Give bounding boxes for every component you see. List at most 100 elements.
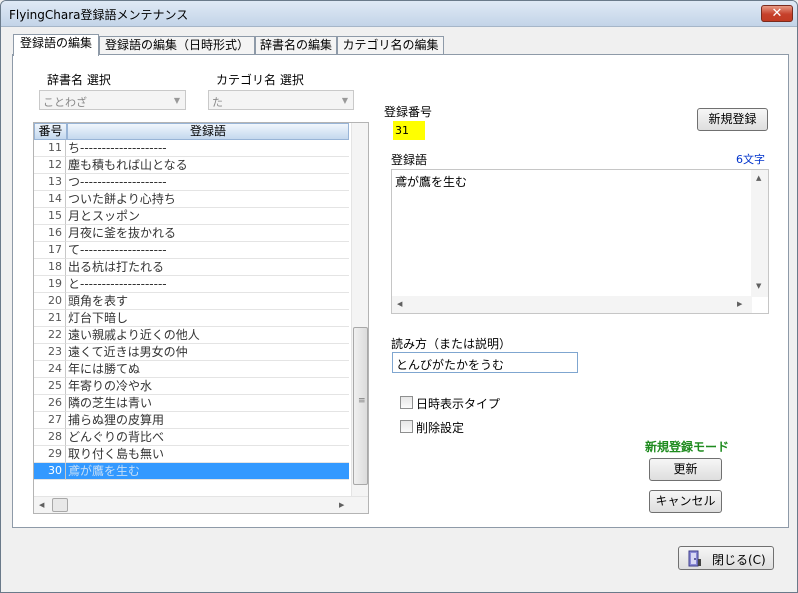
scroll-right-icon[interactable]: ▶ — [737, 300, 742, 308]
table-row[interactable]: 19 と-------------------- — [34, 276, 349, 293]
row-number: 14 — [34, 191, 66, 208]
column-header-word[interactable]: 登録語 — [67, 123, 349, 140]
datetime-type-checkbox[interactable] — [400, 396, 413, 409]
row-word: 月とスッポン — [66, 208, 349, 225]
scrollbar-thumb[interactable]: ≡ — [353, 327, 368, 485]
row-number: 25 — [34, 378, 66, 395]
table-row[interactable]: 11 ち-------------------- — [34, 140, 349, 157]
category-select[interactable]: た ▼ — [208, 90, 354, 110]
delete-setting-label: 削除設定 — [416, 421, 465, 435]
row-number: 15 — [34, 208, 66, 225]
table-row[interactable]: 28 どんぐりの背比べ — [34, 429, 349, 446]
table-row[interactable]: 13 つ-------------------- — [34, 174, 349, 191]
row-word: 取り付く島も無い — [66, 446, 349, 463]
close-icon: ✕ — [771, 6, 783, 21]
row-word: ついた餅より心持ち — [66, 191, 349, 208]
scroll-left-icon[interactable]: ◀ — [39, 501, 44, 509]
close-button-label: 閉じる(C) — [712, 553, 766, 567]
table-row[interactable]: 12 塵も積もれば山となる — [34, 157, 349, 174]
dictionary-select[interactable]: ことわざ ▼ — [39, 90, 186, 110]
row-number: 13 — [34, 174, 66, 191]
row-number: 19 — [34, 276, 66, 293]
table-row[interactable]: 22 遠い親戚より近くの他人 — [34, 327, 349, 344]
scroll-left-icon[interactable]: ◀ — [397, 300, 402, 308]
table-row[interactable]: 30 鳶が鷹を生む — [34, 463, 349, 480]
word-field-label: 登録語 — [391, 153, 428, 167]
datetime-type-label: 日時表示タイプ — [416, 397, 501, 411]
row-number: 28 — [34, 429, 66, 446]
row-word: 年寄りの冷や水 — [66, 378, 349, 395]
scroll-up-icon[interactable]: ▲ — [756, 174, 761, 182]
row-word: 年には勝てぬ — [66, 361, 349, 378]
row-word: 鳶が鷹を生む — [66, 463, 349, 480]
row-number: 23 — [34, 344, 66, 361]
table-row[interactable]: 18 出る杭は打たれる — [34, 259, 349, 276]
scroll-right-icon[interactable]: ▶ — [339, 501, 344, 509]
table-row[interactable]: 17 て-------------------- — [34, 242, 349, 259]
table-row[interactable]: 14 ついた餅より心持ち — [34, 191, 349, 208]
chevron-down-icon: ▼ — [341, 96, 348, 105]
word-list-grid[interactable]: 番号 登録語 11 ち-------------------- 12 塵も積もれば山と… — [33, 122, 369, 514]
close-button[interactable]: 閉じる(C) — [678, 546, 774, 570]
title-bar: FlyingChara登録語メンテナンス ✕ — [1, 1, 797, 27]
dictionary-select-label: 辞書名 選択 — [47, 73, 111, 87]
row-word: 塵も積もれば山となる — [66, 157, 349, 174]
grip-icon: ≡ — [358, 396, 366, 406]
vertical-scrollbar[interactable]: ≡ — [351, 123, 368, 497]
word-textarea[interactable]: 鳶が鷹を生む ▲ ▼ ◀ ▶ — [391, 169, 769, 314]
row-word: 遠い親戚より近くの他人 — [66, 327, 349, 344]
tab-word-edit-datetime[interactable]: 登録語の編集（日時形式） — [99, 36, 255, 55]
table-row[interactable]: 23 遠くて近きは男女の仲 — [34, 344, 349, 361]
row-number: 16 — [34, 225, 66, 242]
tab-dictionary-edit[interactable]: 辞書名の編集 — [255, 36, 337, 55]
row-word: ち-------------------- — [66, 140, 349, 157]
window-title: FlyingChara登録語メンテナンス — [9, 8, 189, 22]
reading-input[interactable]: とんびがたかをうむ — [392, 352, 578, 373]
new-register-button[interactable]: 新規登録 — [697, 108, 768, 131]
table-row[interactable]: 24 年には勝てぬ — [34, 361, 349, 378]
window-close-button[interactable]: ✕ — [761, 5, 793, 22]
table-row[interactable]: 25 年寄りの冷や水 — [34, 378, 349, 395]
word-text: 鳶が鷹を生む — [395, 175, 468, 189]
char-count: 6文字 — [736, 153, 765, 166]
table-row[interactable]: 16 月夜に釜を抜かれる — [34, 225, 349, 242]
reg-number-value: 31 — [393, 121, 425, 140]
column-header-number[interactable]: 番号 — [34, 123, 67, 140]
horizontal-scrollbar[interactable]: ◀ ▶ — [34, 496, 368, 513]
horizontal-scrollbar-thumb[interactable] — [52, 498, 68, 512]
door-exit-icon — [688, 550, 701, 567]
row-word: 隣の芝生は青い — [66, 395, 349, 412]
row-number: 17 — [34, 242, 66, 259]
row-number: 12 — [34, 157, 66, 174]
delete-setting-checkbox[interactable] — [400, 420, 413, 433]
row-word: 捕らぬ狸の皮算用 — [66, 412, 349, 429]
row-word: 灯台下暗し — [66, 310, 349, 327]
table-row[interactable]: 26 隣の芝生は青い — [34, 395, 349, 412]
table-row[interactable]: 15 月とスッポン — [34, 208, 349, 225]
reading-label: 読み方（または説明） — [391, 337, 512, 351]
row-word: 遠くて近きは男女の仲 — [66, 344, 349, 361]
row-word: 出る杭は打たれる — [66, 259, 349, 276]
row-word: 頭角を表す — [66, 293, 349, 310]
category-select-label: カテゴリ名 選択 — [216, 73, 304, 87]
mode-status: 新規登録モード — [645, 440, 730, 454]
update-button[interactable]: 更新 — [649, 458, 722, 481]
tab-word-edit[interactable]: 登録語の編集 — [13, 34, 99, 56]
tab-category-edit[interactable]: カテゴリ名の編集 — [337, 36, 444, 55]
table-row[interactable]: 29 取り付く島も無い — [34, 446, 349, 463]
row-word: どんぐりの背比べ — [66, 429, 349, 446]
row-number: 29 — [34, 446, 66, 463]
row-number: 26 — [34, 395, 66, 412]
tab-panel: 辞書名 選択 ことわざ ▼ カテゴリ名 選択 た ▼ 番号 登録語 11 ち---… — [12, 54, 789, 528]
row-word: て-------------------- — [66, 242, 349, 259]
textarea-vertical-scrollbar[interactable]: ▲ ▼ — [751, 170, 768, 297]
table-row[interactable]: 20 頭角を表す — [34, 293, 349, 310]
cancel-button[interactable]: キャンセル — [649, 490, 722, 513]
scroll-down-icon[interactable]: ▼ — [756, 282, 761, 290]
category-select-value: た — [212, 96, 223, 109]
textarea-horizontal-scrollbar[interactable]: ◀ ▶ — [392, 296, 752, 313]
row-number: 22 — [34, 327, 66, 344]
table-row[interactable]: 21 灯台下暗し — [34, 310, 349, 327]
table-row[interactable]: 27 捕らぬ狸の皮算用 — [34, 412, 349, 429]
row-word: 月夜に釜を抜かれる — [66, 225, 349, 242]
